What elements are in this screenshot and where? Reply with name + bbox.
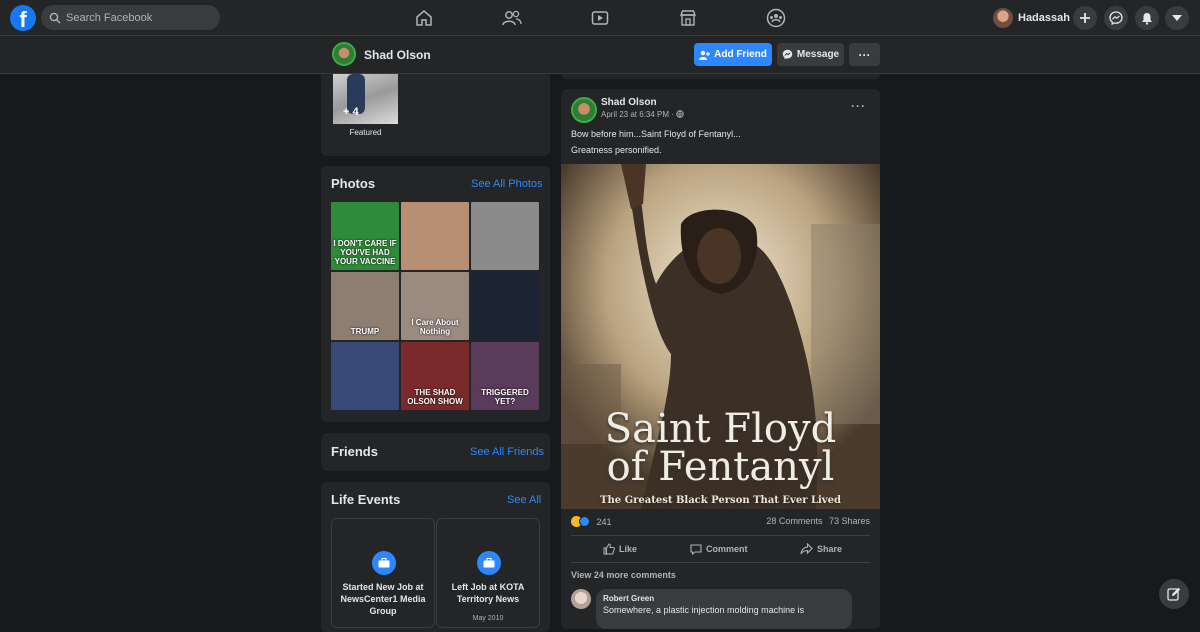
search-icon bbox=[49, 12, 61, 23]
account-menu-button[interactable] bbox=[1165, 6, 1189, 30]
photo-caption: I DON'T CARE IF YOU'VE HAD YOUR VACCINE bbox=[333, 239, 397, 266]
post-image[interactable]: Saint Floyd of Fentanyl The Greatest Bla… bbox=[561, 164, 880, 509]
comment-button[interactable]: Comment bbox=[690, 543, 748, 555]
plus-icon bbox=[1080, 13, 1090, 23]
user-name: Hadassah bbox=[1018, 12, 1070, 24]
photo-thumbnail[interactable] bbox=[331, 342, 399, 410]
friends-icon[interactable] bbox=[502, 8, 522, 28]
photo-thumbnail[interactable] bbox=[471, 272, 539, 340]
life-event-text: Started New Job at NewsCenter1 Media Gro… bbox=[340, 582, 426, 616]
add-friend-button[interactable]: Add Friend bbox=[694, 43, 772, 66]
commenter-avatar[interactable] bbox=[571, 589, 591, 609]
post-options-button[interactable]: ··· bbox=[851, 99, 866, 113]
post-time-text: April 23 at 6:34 PM · bbox=[601, 110, 674, 119]
previous-post-card bbox=[561, 74, 880, 79]
see-all-photos-link[interactable]: See All Photos bbox=[471, 178, 543, 190]
share-button[interactable]: Share bbox=[800, 543, 842, 555]
profile-header-bar: Shad Olson Add Friend Message ··· bbox=[0, 36, 1200, 74]
message-button[interactable]: Message bbox=[777, 43, 844, 66]
featured-more-count: + 4 bbox=[343, 106, 359, 118]
add-friend-label: Add Friend bbox=[714, 49, 767, 60]
comment-author[interactable]: Robert Green bbox=[603, 594, 845, 603]
like-button[interactable]: Like bbox=[603, 543, 637, 555]
life-events-title: Life Events bbox=[331, 492, 401, 507]
messenger-icon bbox=[1109, 11, 1123, 25]
image-title-line: of Fentanyl bbox=[606, 444, 835, 490]
messenger-button[interactable] bbox=[1104, 6, 1128, 30]
post-timestamp[interactable]: April 23 at 6:34 PM · bbox=[601, 110, 684, 119]
see-all-life-events-link[interactable]: See All bbox=[507, 494, 541, 506]
marketplace-icon[interactable] bbox=[678, 8, 698, 28]
photos-title: Photos bbox=[331, 176, 376, 191]
photo-caption: I Care About Nothing bbox=[411, 318, 459, 336]
avatar bbox=[993, 8, 1013, 28]
divider bbox=[571, 535, 870, 536]
share-label: Share bbox=[817, 544, 843, 554]
facebook-logo[interactable]: f bbox=[10, 5, 36, 31]
post-card: Shad Olson April 23 at 6:34 PM · ··· Bow… bbox=[561, 89, 880, 629]
post-text-line: Bow before him...Saint Floyd of Fentanyl… bbox=[571, 129, 741, 139]
more-options-button[interactable]: ··· bbox=[849, 43, 880, 66]
photo-thumbnail[interactable]: TRIGGERED YET? bbox=[471, 342, 539, 410]
photo-caption: THE SHAD OLSON SHOW bbox=[407, 388, 463, 406]
post-author-name[interactable]: Shad Olson bbox=[601, 97, 657, 108]
life-event-item[interactable]: Started New Job at NewsCenter1 Media Gro… bbox=[331, 518, 435, 628]
messenger-icon bbox=[782, 49, 793, 60]
photo-caption: TRIGGERED YET? bbox=[481, 388, 529, 406]
like-label: Like bbox=[619, 544, 638, 554]
compose-icon bbox=[1167, 587, 1181, 601]
photo-thumbnail[interactable] bbox=[471, 202, 539, 270]
shares-count[interactable]: 73 Shares bbox=[829, 516, 870, 526]
top-navigation-bar: f Hadassah bbox=[0, 0, 1200, 36]
caret-down-icon bbox=[1172, 15, 1182, 21]
comment-label: Comment bbox=[706, 544, 748, 554]
image-subtitle: The Greatest Black Person That Ever Live… bbox=[600, 495, 841, 506]
user-profile-link[interactable]: Hadassah bbox=[993, 6, 1076, 30]
featured-label: Featured bbox=[349, 128, 382, 137]
notifications-button[interactable] bbox=[1135, 6, 1159, 30]
comment-icon bbox=[690, 544, 702, 555]
reaction-count[interactable]: 241 bbox=[597, 517, 612, 527]
photo-thumbnail[interactable]: I DON'T CARE IF YOU'VE HAD YOUR VACCINE bbox=[331, 202, 399, 270]
comment-bubble: Robert Green Somewhere, a plastic inject… bbox=[596, 589, 852, 629]
see-all-friends-link[interactable]: See All Friends bbox=[470, 446, 544, 458]
create-button[interactable] bbox=[1073, 6, 1097, 30]
message-label: Message bbox=[796, 49, 840, 60]
groups-icon[interactable] bbox=[766, 8, 786, 28]
photo-thumbnail[interactable]: TRUMP bbox=[331, 272, 399, 340]
post-text-line: Greatness personified. bbox=[571, 145, 662, 155]
reactions-row: 241 28 Comments 73 Shares bbox=[571, 516, 870, 530]
globe-icon bbox=[676, 110, 684, 118]
photo-thumbnail[interactable] bbox=[401, 202, 469, 270]
search-box[interactable] bbox=[41, 5, 220, 30]
comments-count[interactable]: 28 Comments bbox=[766, 516, 822, 526]
thumbs-up-icon bbox=[603, 543, 615, 555]
profile-name[interactable]: Shad Olson bbox=[364, 48, 431, 62]
profile-avatar[interactable] bbox=[332, 42, 356, 66]
photo-caption: TRUMP bbox=[350, 327, 380, 336]
new-message-button[interactable] bbox=[1159, 579, 1189, 609]
watch-icon[interactable] bbox=[590, 8, 610, 28]
featured-collection-thumbnail[interactable]: + 4 bbox=[333, 74, 398, 124]
photo-thumbnail[interactable]: THE SHAD OLSON SHOW bbox=[401, 342, 469, 410]
search-input[interactable] bbox=[66, 11, 206, 24]
friends-title: Friends bbox=[331, 444, 378, 459]
briefcase-icon bbox=[372, 551, 396, 575]
post-author-avatar[interactable] bbox=[571, 97, 597, 123]
life-event-item[interactable]: Left Job at KOTA Territory News May 2010 bbox=[436, 518, 540, 628]
home-icon[interactable] bbox=[414, 8, 434, 28]
briefcase-icon bbox=[477, 551, 501, 575]
add-friend-icon bbox=[699, 50, 711, 60]
like-reaction-icon[interactable] bbox=[579, 516, 590, 527]
comment-text: Somewhere, a plastic injection molding m… bbox=[603, 605, 805, 615]
view-more-comments-link[interactable]: View 24 more comments bbox=[571, 570, 676, 580]
share-icon bbox=[800, 543, 813, 555]
divider bbox=[571, 562, 870, 563]
bell-icon bbox=[1142, 12, 1152, 25]
photo-grid: I DON'T CARE IF YOU'VE HAD YOUR VACCINE T… bbox=[331, 202, 540, 411]
life-event-text: Left Job at KOTA Territory News bbox=[451, 582, 525, 604]
photo-thumbnail[interactable]: I Care About Nothing bbox=[401, 272, 469, 340]
